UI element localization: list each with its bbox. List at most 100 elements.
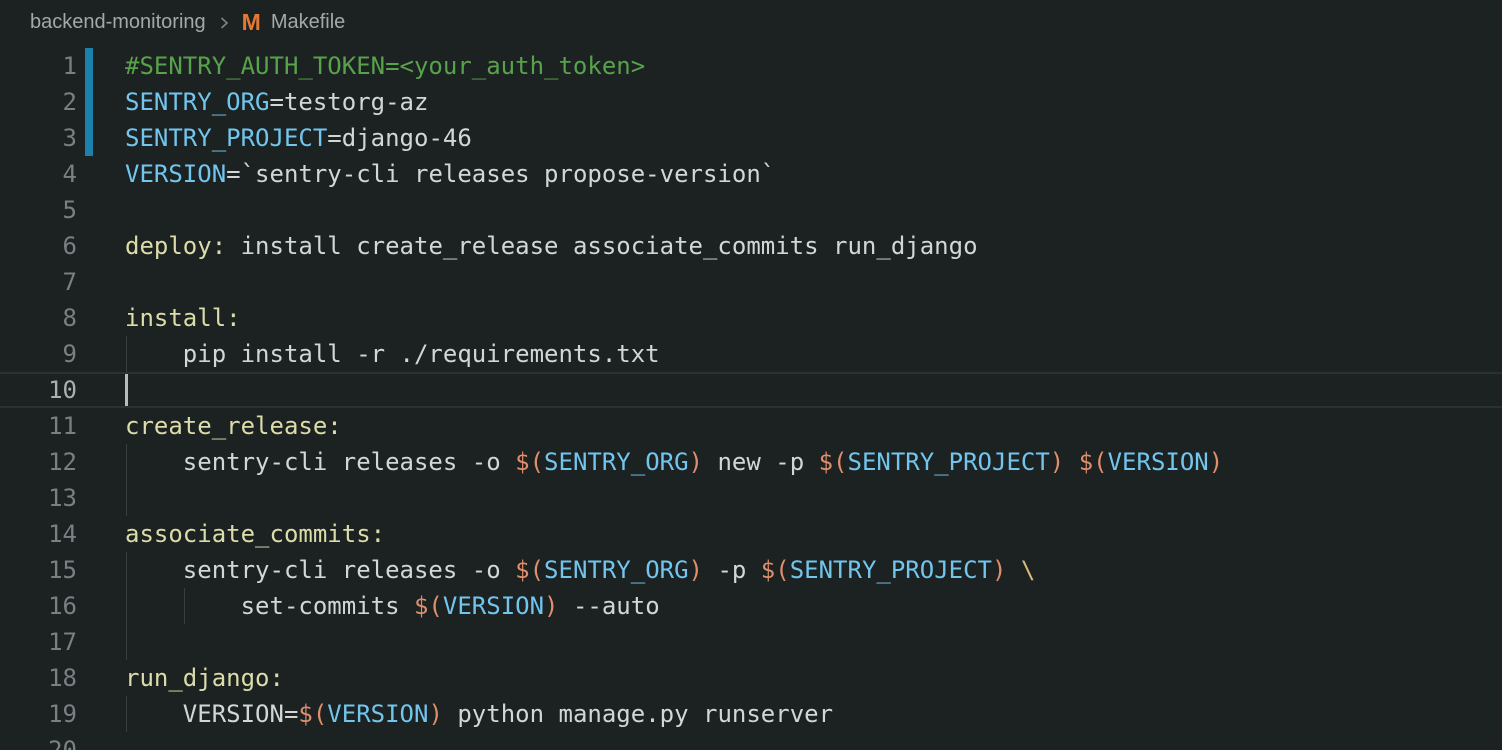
line-number: 20 bbox=[0, 732, 77, 750]
line-number: 9 bbox=[0, 336, 77, 372]
code-token-punct: ) bbox=[1209, 448, 1223, 476]
code-line[interactable]: 7 bbox=[0, 264, 1502, 300]
code-token-punct: $( bbox=[819, 448, 848, 476]
code-token-text: --auto bbox=[559, 592, 660, 620]
breadcrumb: backend-monitoring M Makefile bbox=[0, 0, 1502, 44]
line-number: 6 bbox=[0, 228, 77, 264]
code-line[interactable]: 18run_django: bbox=[0, 660, 1502, 696]
code-token-text: new -p bbox=[703, 448, 819, 476]
code-token-text: python manage.py runserver bbox=[443, 700, 833, 728]
code-token-punct: $( bbox=[515, 556, 544, 584]
indent-guide bbox=[126, 480, 127, 516]
code-token-variable: SENTRY_ORG bbox=[544, 448, 689, 476]
code-token-text: =`sentry-cli releases propose-version` bbox=[226, 160, 775, 188]
code-token-punct: $( bbox=[761, 556, 790, 584]
code-line-content[interactable]: SENTRY_PROJECT=django-46 bbox=[125, 120, 472, 156]
code-line[interactable]: 14associate_commits: bbox=[0, 516, 1502, 552]
code-line[interactable]: 19 VERSION=$(VERSION) python manage.py r… bbox=[0, 696, 1502, 732]
code-token-punct: ) bbox=[689, 556, 703, 584]
code-token-text: -p bbox=[703, 556, 761, 584]
line-number: 17 bbox=[0, 624, 77, 660]
modified-line-indicator bbox=[85, 48, 93, 84]
code-line[interactable]: 5 bbox=[0, 192, 1502, 228]
code-line-content[interactable]: #SENTRY_AUTH_TOKEN=<your_auth_token> bbox=[125, 48, 645, 84]
code-token-text: =django-46 bbox=[327, 124, 472, 152]
line-number: 5 bbox=[0, 192, 77, 228]
code-token-variable: VERSION bbox=[1108, 448, 1209, 476]
code-token-comment: #SENTRY_AUTH_TOKEN=<your_auth_token> bbox=[125, 52, 645, 80]
code-line[interactable]: 12 sentry-cli releases -o $(SENTRY_ORG) … bbox=[0, 444, 1502, 480]
code-token-punct: $( bbox=[298, 700, 327, 728]
code-line[interactable]: 1#SENTRY_AUTH_TOKEN=<your_auth_token> bbox=[0, 48, 1502, 84]
code-token-punct: ) bbox=[1050, 448, 1064, 476]
text-cursor bbox=[125, 374, 128, 406]
code-line[interactable]: 6 deploy: install create_release associat… bbox=[0, 228, 1502, 264]
code-line-content[interactable]: associate_commits: bbox=[125, 516, 385, 552]
line-number: 8 bbox=[0, 300, 77, 336]
code-token-target: deploy: bbox=[125, 232, 226, 260]
code-line-content[interactable]: pip install -r ./requirements.txt bbox=[125, 336, 660, 372]
code-token-text: pip install -r ./requirements.txt bbox=[125, 340, 660, 368]
code-line[interactable]: 15 sentry-cli releases -o $(SENTRY_ORG) … bbox=[0, 552, 1502, 588]
code-token-text: set-commits bbox=[125, 592, 414, 620]
line-number: 2 bbox=[0, 84, 77, 120]
code-line[interactable]: 17 bbox=[0, 624, 1502, 660]
code-line-content[interactable]: VERSION=`sentry-cli releases propose-ver… bbox=[125, 156, 775, 192]
code-line[interactable]: 16 set-commits $(VERSION) --auto bbox=[0, 588, 1502, 624]
code-token-variable: SENTRY_PROJECT bbox=[790, 556, 992, 584]
code-token-text: sentry-cli releases -o bbox=[125, 448, 515, 476]
indent-guide bbox=[126, 624, 127, 660]
code-token-punct: $( bbox=[414, 592, 443, 620]
code-line[interactable]: 13 bbox=[0, 480, 1502, 516]
code-line-content[interactable]: VERSION=$(VERSION) python manage.py runs… bbox=[125, 696, 833, 732]
code-token-target: create_release: bbox=[125, 412, 342, 440]
code-line-content[interactable]: install: bbox=[125, 300, 241, 336]
line-number: 7 bbox=[0, 264, 77, 300]
line-number: 15 bbox=[0, 552, 77, 588]
code-token-variable: VERSION bbox=[443, 592, 544, 620]
code-line[interactable]: 9 pip install -r ./requirements.txt bbox=[0, 336, 1502, 372]
code-token-punct: ) bbox=[689, 448, 703, 476]
code-line[interactable]: 11create_release: bbox=[0, 408, 1502, 444]
code-token-text: sentry-cli releases -o bbox=[125, 556, 515, 584]
code-line-content[interactable]: SENTRY_ORG=testorg-az bbox=[125, 84, 428, 120]
code-token-punct: ) bbox=[428, 700, 442, 728]
code-line-content[interactable]: deploy: install create_release associate… bbox=[125, 228, 978, 264]
code-editor[interactable]: 1#SENTRY_AUTH_TOKEN=<your_auth_token>2 SE… bbox=[0, 44, 1502, 750]
code-line-content[interactable]: sentry-cli releases -o $(SENTRY_ORG) -p … bbox=[125, 552, 1035, 588]
code-token-text bbox=[1064, 448, 1078, 476]
code-token-variable: VERSION bbox=[125, 160, 226, 188]
code-line[interactable]: 20 bbox=[0, 732, 1502, 750]
code-line[interactable]: 8 install: bbox=[0, 300, 1502, 336]
code-line[interactable]: 3 SENTRY_PROJECT=django-46 bbox=[0, 120, 1502, 156]
code-line[interactable]: 2 SENTRY_ORG=testorg-az bbox=[0, 84, 1502, 120]
code-token-text: install create_release associate_commits… bbox=[226, 232, 977, 260]
code-token-punct: $( bbox=[1079, 448, 1108, 476]
code-token-punct: ) bbox=[992, 556, 1006, 584]
code-token-continuation: \ bbox=[1021, 556, 1035, 584]
code-line[interactable]: 10 bbox=[0, 372, 1502, 408]
code-token-target: install: bbox=[125, 304, 241, 332]
line-number: 3 bbox=[0, 120, 77, 156]
code-token-variable: SENTRY_PROJECT bbox=[848, 448, 1050, 476]
makefile-m-icon: M bbox=[242, 11, 261, 34]
line-number: 16 bbox=[0, 588, 77, 624]
code-token-variable: VERSION bbox=[327, 700, 428, 728]
code-line-content[interactable]: run_django: bbox=[125, 660, 284, 696]
code-token-target: associate_commits: bbox=[125, 520, 385, 548]
code-line-content[interactable]: set-commits $(VERSION) --auto bbox=[125, 588, 660, 624]
breadcrumb-file[interactable]: M Makefile bbox=[242, 11, 346, 34]
breadcrumb-file-label: Makefile bbox=[271, 11, 345, 34]
modified-line-indicator bbox=[85, 84, 93, 120]
breadcrumb-folder[interactable]: backend-monitoring bbox=[30, 11, 206, 34]
code-line-content[interactable]: create_release: bbox=[125, 408, 342, 444]
code-token-variable: SENTRY_ORG bbox=[125, 88, 270, 116]
code-lines: 1#SENTRY_AUTH_TOKEN=<your_auth_token>2 SE… bbox=[0, 48, 1502, 750]
code-token-variable: SENTRY_ORG bbox=[544, 556, 689, 584]
line-number: 10 bbox=[0, 372, 77, 408]
code-line-content[interactable]: sentry-cli releases -o $( SENTRY_ORG) new… bbox=[125, 444, 1223, 480]
code-token-text bbox=[1006, 556, 1020, 584]
code-token-target: run_django: bbox=[125, 664, 284, 692]
code-line[interactable]: 4VERSION=`sentry-cli releases propose-ve… bbox=[0, 156, 1502, 192]
line-number: 19 bbox=[0, 696, 77, 732]
